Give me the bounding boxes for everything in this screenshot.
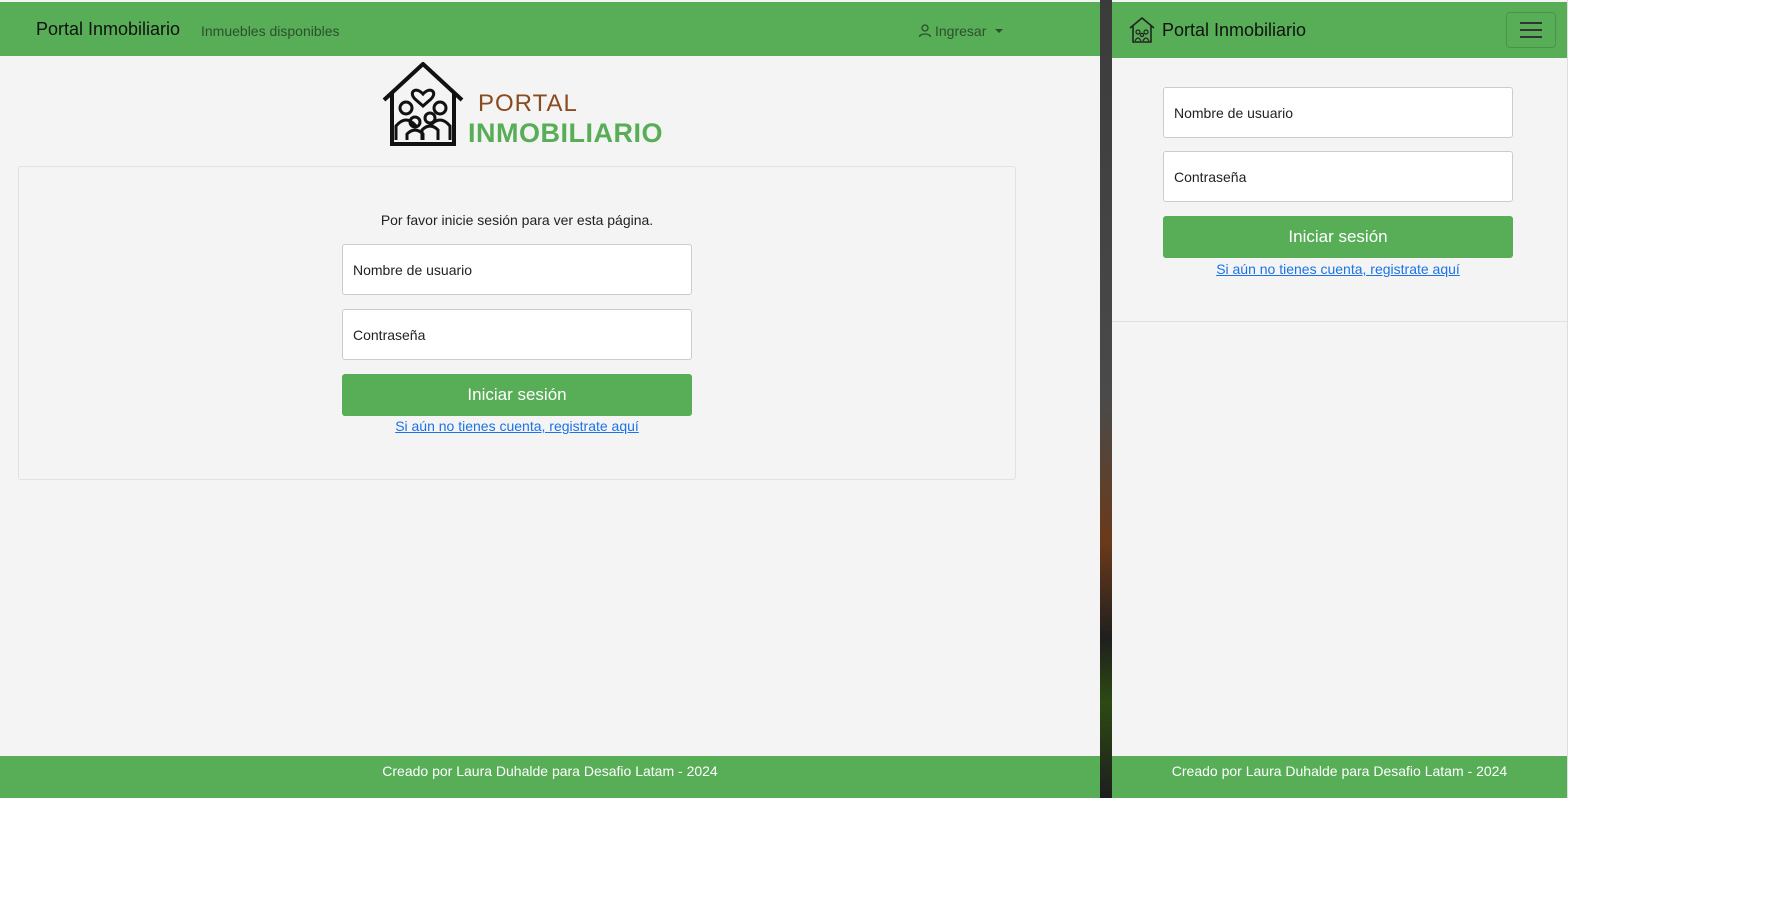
login-message: Por favor inicie sesión para ver esta pá… — [380, 212, 654, 228]
mobile-password-input[interactable]: Contraseña — [1163, 151, 1513, 202]
register-link[interactable]: Si aún no tienes cuenta, registrate aquí — [342, 418, 692, 434]
caret-down-icon — [995, 29, 1004, 33]
mobile-register-link[interactable]: Si aún no tienes cuenta, registrate aquí — [1163, 261, 1513, 277]
navbar: Portal Inmobiliario Inmuebles disponible… — [0, 2, 1100, 56]
nav-link-inmuebles[interactable]: Inmuebles disponibles — [201, 23, 340, 39]
mobile-login-button[interactable]: Iniciar sesión — [1163, 216, 1513, 258]
mobile-username-input[interactable]: Nombre de usuario — [1163, 87, 1513, 138]
footer: Creado por Laura Duhalde para Desafio La… — [0, 756, 1100, 798]
mobile-window: Portal Inmobiliario Nombre de usuario Co… — [1112, 0, 1568, 798]
house-family-icon — [382, 62, 464, 146]
logo-text-portal: PORTAL — [478, 90, 578, 117]
blank-area — [0, 798, 1792, 912]
portal-logo: PORTAL INMOBILIARIO — [378, 60, 678, 150]
house-family-icon — [1129, 16, 1155, 43]
password-input[interactable]: Contraseña — [342, 309, 692, 360]
desktop-window: Portal Inmobiliario Inmuebles disponible… — [0, 0, 1100, 798]
login-card: Por favor inicie sesión para ver esta pá… — [18, 166, 1016, 480]
mobile-navbar: Portal Inmobiliario — [1112, 2, 1567, 58]
navbar-brand[interactable]: Portal Inmobiliario — [36, 19, 180, 40]
divider — [1112, 321, 1567, 322]
user-icon — [918, 24, 932, 38]
username-input[interactable]: Nombre de usuario — [342, 244, 692, 295]
login-dropdown-label: Ingresar — [935, 23, 987, 39]
desktop-background-strip — [1100, 0, 1112, 798]
hamburger-icon[interactable] — [1506, 12, 1556, 48]
mobile-footer: Creado por Laura Duhalde para Desafio La… — [1112, 756, 1567, 798]
login-button[interactable]: Iniciar sesión — [342, 374, 692, 416]
mobile-navbar-brand[interactable]: Portal Inmobiliario — [1162, 20, 1306, 41]
login-dropdown[interactable]: Ingresar — [918, 23, 1004, 39]
logo-text-inmobiliario: INMOBILIARIO — [468, 118, 663, 148]
